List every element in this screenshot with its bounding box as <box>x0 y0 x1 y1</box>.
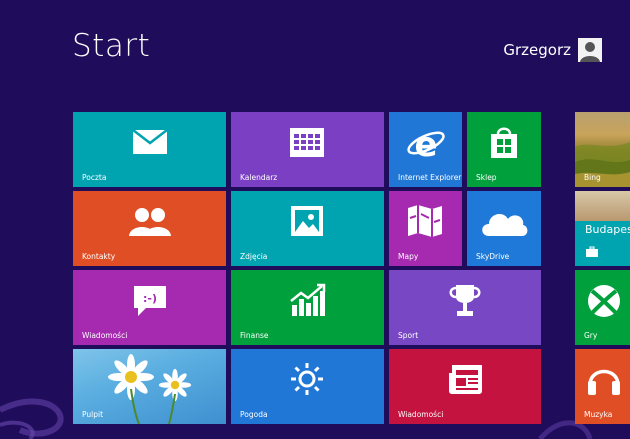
tile-label: Zdjęcia <box>240 252 268 261</box>
tile-travel[interactable]: Budapes <box>575 191 630 266</box>
tile-label: Kalendarz <box>240 173 278 182</box>
tile-kontakty[interactable]: Kontakty <box>73 191 226 266</box>
tile-label: Finanse <box>240 331 269 340</box>
tile-zdjecia[interactable]: Zdjęcia <box>231 191 384 266</box>
svg-text::-): :-) <box>143 292 157 305</box>
map-icon <box>408 205 442 237</box>
tile-label: Gry <box>584 331 598 340</box>
travel-city: Budapes <box>585 223 630 236</box>
tile-label: Pogoda <box>240 410 268 419</box>
tile-label: Sklep <box>476 173 497 182</box>
tile-label: Pulpit <box>82 410 104 419</box>
user-avatar-icon <box>578 38 602 62</box>
tile-label: Muzyka <box>584 410 613 419</box>
tile-mapy[interactable]: Mapy <box>389 191 462 266</box>
tile-sport[interactable]: Sport <box>389 270 541 345</box>
tile-wiadomosci-messaging[interactable]: :-) Wiadomości <box>73 270 226 345</box>
xbox-icon <box>588 285 620 317</box>
tile-label: Wiadomości <box>398 410 444 419</box>
tile-poczta[interactable]: Poczta <box>73 112 226 187</box>
calendar-icon <box>290 128 324 157</box>
tile-label: Poczta <box>82 173 107 182</box>
user-account[interactable]: Grzegorz <box>503 37 602 63</box>
tile-internet-explorer[interactable]: e Internet Explorer <box>389 112 462 187</box>
suitcase-icon <box>586 246 598 257</box>
headphones-icon <box>588 369 620 395</box>
user-name: Grzegorz <box>503 41 571 59</box>
tile-pulpit[interactable]: Pulpit <box>73 349 226 424</box>
tile-muzyka[interactable]: Muzyka <box>575 349 630 424</box>
tile-skydrive[interactable]: SkyDrive <box>467 191 541 266</box>
tile-label: Internet Explorer <box>398 173 462 182</box>
trophy-icon <box>449 285 481 316</box>
page-title: Start <box>72 28 151 64</box>
tile-label: Bing <box>584 173 601 182</box>
svg-text:e: e <box>414 125 437 161</box>
chat-bubble-icon: :-) <box>134 286 166 316</box>
finance-chart-icon <box>290 283 326 316</box>
tile-label: Kontakty <box>82 252 116 261</box>
internet-explorer-icon: e <box>407 125 445 161</box>
tile-label: Wiadomości <box>82 331 128 340</box>
newspaper-icon <box>449 365 482 394</box>
tile-label: SkyDrive <box>476 252 510 261</box>
store-bag-icon <box>491 127 517 158</box>
photo-icon <box>291 206 323 236</box>
tile-label: Mapy <box>398 252 419 261</box>
tile-bing[interactable]: Bing <box>575 112 630 187</box>
sun-icon <box>291 363 323 395</box>
tile-gry[interactable]: Gry <box>575 270 630 345</box>
cloud-icon <box>482 213 528 236</box>
tile-kalendarz[interactable]: Kalendarz <box>231 112 384 187</box>
tile-pogoda[interactable]: Pogoda <box>231 349 384 424</box>
tile-sklep[interactable]: Sklep <box>467 112 541 187</box>
people-icon <box>129 208 171 236</box>
mail-icon <box>132 129 168 154</box>
tile-finanse[interactable]: Finanse <box>231 270 384 345</box>
tile-label: Sport <box>398 331 419 340</box>
tile-wiadomosci-news[interactable]: Wiadomości <box>389 349 541 424</box>
city-image <box>575 191 630 221</box>
